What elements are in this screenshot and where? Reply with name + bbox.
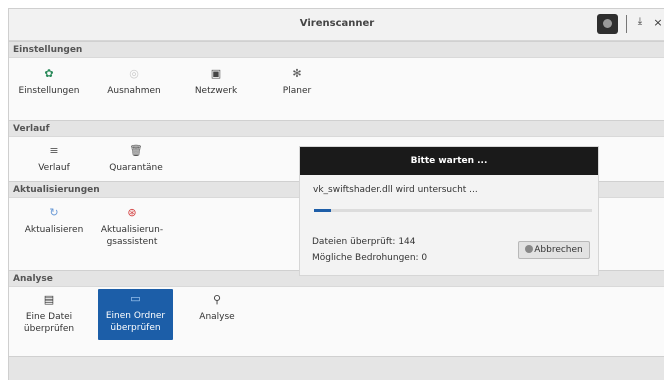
cancel-icon: [525, 244, 534, 253]
file-icon: ▤: [43, 293, 55, 306]
current-file-text: vk_swiftshader.dll wird untersucht ...: [313, 185, 478, 195]
magnifier-icon: ⚲: [212, 293, 222, 306]
update-assistant-label: Aktualisierun-gsassistent: [95, 224, 169, 248]
scan-file-label-line1: Eine Datei: [25, 312, 73, 322]
minimize-icon[interactable]: ⤓: [633, 16, 647, 32]
scan-folder-label-line2: überprüfen: [110, 323, 161, 333]
settings-button[interactable]: ✿ Einstellungen: [12, 67, 86, 99]
network-button[interactable]: ▣ Netzwerk: [179, 67, 253, 99]
update-assistant-label-line2: gsassistent: [106, 237, 158, 247]
network-icon: ▣: [210, 67, 222, 80]
exceptions-label: Ausnahmen: [107, 86, 161, 96]
info-icon[interactable]: [597, 14, 618, 34]
analysis-label: Analyse: [199, 312, 235, 322]
update-assistant-label-line1: Aktualisierun-: [100, 225, 164, 235]
update-assistant-button[interactable]: ⊛ Aktualisierun-gsassistent: [95, 206, 169, 250]
scan-file-label: Eine Datei überprüfen: [12, 311, 86, 335]
update-label: Aktualisieren: [24, 225, 84, 235]
scan-folder-label: Einen Ordner überprüfen: [98, 310, 173, 334]
section-header-settings: Einstellungen: [9, 41, 664, 58]
window-title: Virenscanner: [299, 18, 375, 29]
close-icon[interactable]: ×: [651, 16, 664, 32]
main-window: Virenscanner ⤓ × Einstellungen ✿ Einstel…: [8, 8, 664, 380]
scan-folder-button[interactable]: ▭ Einen Ordner überprüfen: [98, 289, 173, 340]
section-header-history: Verlauf: [9, 120, 664, 137]
scheduler-button[interactable]: ✻ Planer: [260, 67, 334, 99]
quarantine-button[interactable]: 🗑 Quarantäne: [99, 144, 173, 176]
scan-file-button[interactable]: ▤ Eine Datei überprüfen: [12, 293, 86, 337]
quarantine-label: Quarantäne: [109, 163, 163, 173]
scan-progress-bar: [314, 209, 592, 212]
cancel-label: Abbrechen: [534, 245, 583, 255]
lifebuoy-icon: ⊛: [127, 206, 137, 219]
titlebar-separator: [626, 15, 627, 33]
scheduler-icon: ✻: [292, 67, 302, 80]
scan-progress-fill: [314, 209, 331, 212]
exceptions-button[interactable]: ◎ Ausnahmen: [97, 67, 171, 99]
dialog-title: Bitte warten ...: [300, 147, 598, 175]
progress-dialog: Bitte warten ... vk_swiftshader.dll wird…: [299, 146, 599, 276]
scan-file-label-line2: überprüfen: [23, 324, 75, 334]
folder-icon: ▭: [130, 292, 141, 305]
history-icon: ≡: [49, 144, 59, 157]
scheduler-label: Planer: [282, 86, 312, 96]
scan-folder-label-line1: Einen Ordner: [105, 311, 166, 321]
files-checked-text: Dateien überprüft: 144: [312, 237, 416, 247]
settings-icon: ✿: [44, 67, 54, 80]
trash-icon: 🗑: [129, 144, 143, 157]
history-label: Verlauf: [38, 163, 70, 173]
analysis-button[interactable]: ⚲ Analyse: [180, 293, 254, 325]
title-bar: Virenscanner ⤓ ×: [9, 9, 664, 41]
update-icon: ↻: [49, 206, 59, 219]
threats-text: Mögliche Bedrohungen: 0: [312, 253, 428, 263]
status-bar: [9, 356, 664, 380]
cancel-button[interactable]: Abbrechen: [518, 241, 590, 259]
network-label: Netzwerk: [194, 86, 238, 96]
update-button[interactable]: ↻ Aktualisieren: [17, 206, 91, 238]
exceptions-icon: ◎: [129, 67, 139, 80]
history-button[interactable]: ≡ Verlauf: [17, 144, 91, 176]
settings-label: Einstellungen: [18, 86, 80, 96]
